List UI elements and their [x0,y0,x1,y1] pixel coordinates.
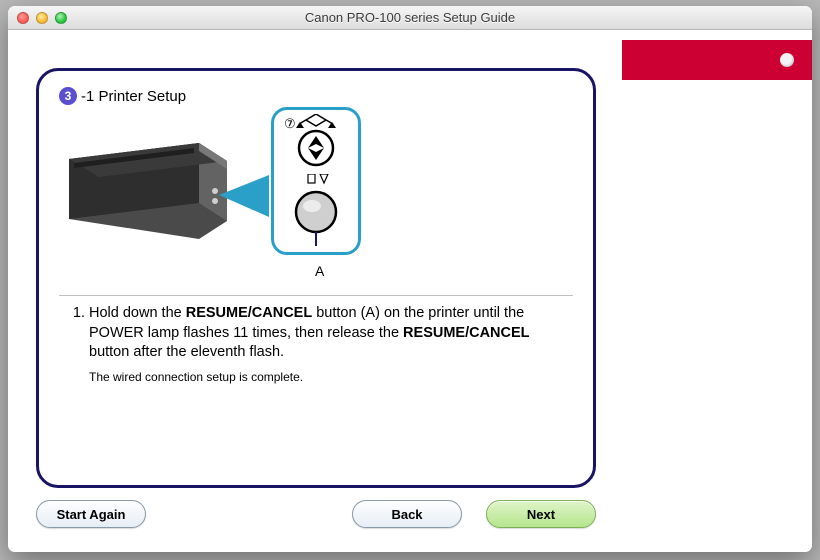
traffic-lights [8,12,67,24]
resume-cancel-button-icon [276,174,356,246]
instruction-panel: 3 -1 Printer Setup [36,68,596,488]
instruction-seg: button after the eleventh flash. [89,344,284,360]
window-title: Canon PRO-100 series Setup Guide [8,10,812,25]
app-window: Canon PRO-100 series Setup Guide 3 -1 Pr… [8,6,812,552]
zoom-icon[interactable] [55,12,67,24]
illustration: ⑦ [59,115,573,285]
titlebar: Canon PRO-100 series Setup Guide [8,6,812,30]
instruction-note: The wired connection setup is complete. [89,369,569,385]
brand-dot-icon [780,53,794,67]
instruction-bold: RESUME/CANCEL [403,325,529,341]
instruction-text: Hold down the RESUME/CANCEL button (A) o… [59,304,573,385]
start-again-button[interactable]: Start Again [36,500,146,528]
next-button[interactable]: Next [486,500,596,528]
divider [59,295,573,296]
brand-band [622,40,812,80]
instruction-item: Hold down the RESUME/CANCEL button (A) o… [89,304,569,385]
content-area: 3 -1 Printer Setup [8,30,812,552]
button-label-a: A [315,263,324,279]
instruction-seg: Hold down the [89,305,186,321]
step-badge: 3 [59,87,77,105]
step-title: -1 Printer Setup [81,88,186,105]
button-detail: ⑦ [271,107,361,255]
close-icon[interactable] [17,12,29,24]
step-heading: 3 -1 Printer Setup [59,87,573,105]
instruction-bold: RESUME/CANCEL [186,305,312,321]
minimize-icon[interactable] [36,12,48,24]
button-row: Start Again Back Next [36,500,596,528]
back-button[interactable]: Back [352,500,462,528]
step-number-icon: ⑦ [284,116,296,132]
printer-icon [59,131,269,251]
